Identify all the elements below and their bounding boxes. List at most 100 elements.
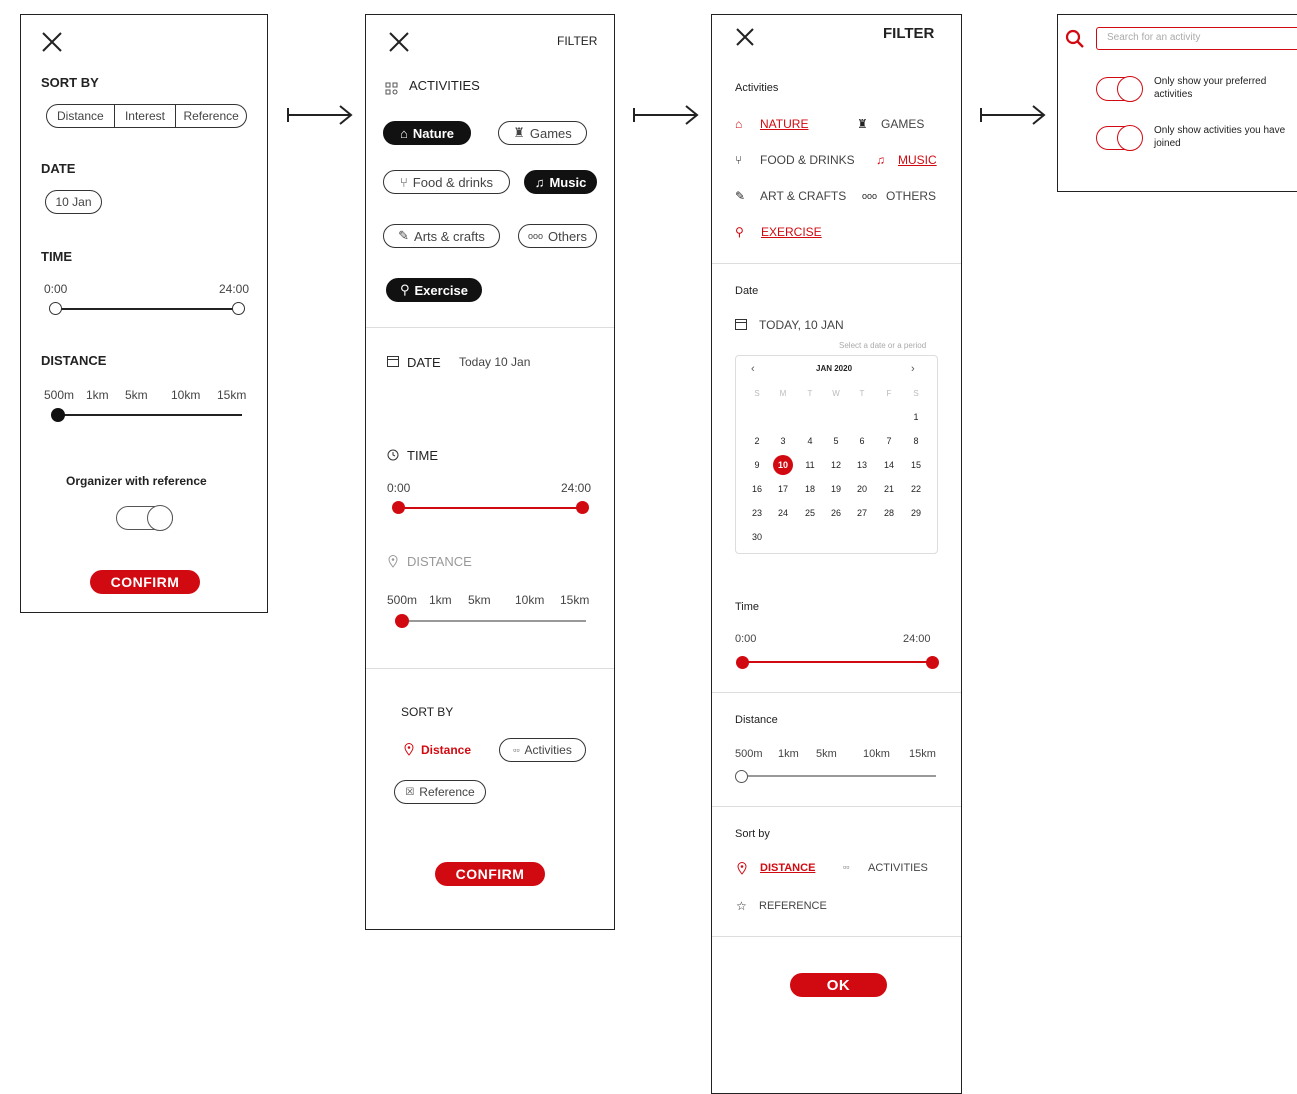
distance-slider-handle[interactable] (735, 770, 748, 783)
distance-tick: 1km (778, 748, 799, 760)
calendar-day[interactable]: 7 (879, 431, 899, 451)
calendar-day[interactable]: 18 (800, 479, 820, 499)
calendar-day[interactable]: 11 (800, 455, 820, 475)
close-icon[interactable] (388, 31, 410, 53)
activity-nature[interactable]: NATURE (760, 117, 808, 131)
chip-games[interactable]: ♜ Games (498, 121, 587, 145)
sort-option-interest[interactable]: Interest (115, 105, 177, 127)
calendar-day[interactable]: 19 (826, 479, 846, 499)
organizer-toggle[interactable] (116, 505, 173, 531)
calendar-day[interactable]: 2 (747, 431, 767, 451)
time-slider-end-handle[interactable] (576, 501, 589, 514)
calendar-grid: S M T W T F S 1 2 3 4 5 6 7 8 9 10 11 12 13 14 15 16 17 18 19 20 21… (736, 356, 939, 555)
calendar-day[interactable]: 30 (747, 527, 767, 547)
time-heading: TIME (407, 448, 439, 463)
calendar-day[interactable]: 6 (852, 431, 872, 451)
calendar-day[interactable]: 27 (852, 503, 872, 523)
chip-exercise[interactable]: ⚲ Exercise (386, 278, 482, 302)
time-slider-start-handle[interactable] (392, 501, 405, 514)
time-slider-end-handle[interactable] (232, 302, 245, 315)
time-slider-start-handle[interactable] (736, 656, 749, 669)
sort-reference-option[interactable]: ☒ Reference (394, 780, 486, 804)
calendar-day[interactable]: 1 (906, 407, 926, 427)
distance-tick: 5km (468, 593, 491, 607)
calendar-day[interactable]: 9 (747, 455, 767, 475)
sort-option-distance[interactable]: Distance (47, 105, 115, 127)
activity-food-drinks[interactable]: FOOD & DRINKS (760, 153, 855, 167)
joined-activities-toggle[interactable] (1096, 125, 1143, 151)
date-pill[interactable]: 10 Jan (45, 190, 102, 214)
calendar-day[interactable]: 23 (747, 503, 767, 523)
sort-distance-option[interactable]: DISTANCE (760, 862, 815, 874)
time-slider-end-handle[interactable] (926, 656, 939, 669)
calendar-day[interactable]: 15 (906, 455, 926, 475)
time-slider-track (743, 661, 933, 663)
activity-others[interactable]: OTHERS (886, 189, 936, 203)
toggle-knob (1117, 76, 1143, 102)
clock-icon (387, 449, 399, 461)
calendar-day[interactable]: 12 (826, 455, 846, 475)
calendar-day[interactable]: 20 (852, 479, 872, 499)
chip-music[interactable]: ♫ Music (524, 170, 597, 194)
time-slider-start-handle[interactable] (49, 302, 62, 315)
calendar-day-selected[interactable]: 10 (773, 455, 793, 475)
calendar-day[interactable]: 17 (773, 479, 793, 499)
distance-heading: DISTANCE (407, 554, 472, 569)
star-badge-icon: ☒ (405, 786, 415, 798)
calendar-day[interactable]: 13 (852, 455, 872, 475)
calendar-day[interactable]: 14 (879, 455, 899, 475)
close-icon[interactable] (41, 31, 63, 53)
calendar-day[interactable]: 5 (826, 431, 846, 451)
date-value[interactable]: Today 10 Jan (459, 355, 530, 369)
distance-slider-handle[interactable] (395, 614, 409, 628)
calendar-icon (735, 319, 747, 330)
calendar-day[interactable]: 3 (773, 431, 793, 451)
distance-tick: 15km (217, 388, 247, 402)
activity-art-crafts[interactable]: ART & CRAFTS (760, 189, 846, 203)
calendar-day[interactable]: 26 (826, 503, 846, 523)
calendar-day[interactable]: 21 (879, 479, 899, 499)
filter-title: FILTER (883, 25, 935, 42)
activity-games[interactable]: GAMES (881, 117, 924, 131)
toggle-knob (147, 505, 173, 531)
sort-activities-option[interactable]: ACTIVITIES (868, 862, 928, 874)
search-placeholder: Search for an activity (1107, 32, 1201, 43)
chip-nature[interactable]: ⌂ Nature (383, 121, 471, 145)
close-icon[interactable] (735, 27, 755, 47)
calendar-day[interactable]: 8 (906, 431, 926, 451)
calendar-day[interactable]: 29 (906, 503, 926, 523)
calendar-day[interactable]: 16 (747, 479, 767, 499)
calendar-weekday: M (779, 389, 787, 398)
activities-icon: ▫▫ (513, 745, 520, 755)
confirm-button[interactable]: CONFIRM (435, 862, 545, 886)
date-value[interactable]: TODAY, 10 JAN (759, 318, 844, 332)
calendar-day[interactable]: 24 (773, 503, 793, 523)
activity-exercise[interactable]: EXERCISE (761, 225, 822, 239)
calendar-day[interactable]: 28 (879, 503, 899, 523)
confirm-button[interactable]: CONFIRM (90, 570, 200, 594)
sort-activities-option[interactable]: ▫▫ Activities (499, 738, 586, 762)
sort-reference-option[interactable]: REFERENCE (759, 900, 827, 912)
chip-food-drinks[interactable]: ⑂ Food & drinks (383, 170, 510, 194)
bike-icon: ⚲ (735, 225, 744, 239)
calendar-day[interactable]: 22 (906, 479, 926, 499)
distance-tick: 500m (44, 388, 75, 402)
calendar-weekday: T (807, 389, 813, 398)
sort-distance-option[interactable]: Distance (421, 743, 471, 757)
chip-others[interactable]: ooo Others (518, 224, 597, 248)
chip-arts-crafts[interactable]: ✎ Arts & crafts (383, 224, 500, 248)
filter-screen-v1: SORT BY Distance Interest Reference DATE… (20, 14, 268, 613)
distance-slider-handle[interactable] (51, 408, 65, 422)
preferred-activities-toggle[interactable] (1096, 76, 1143, 102)
date-heading: Date (735, 285, 759, 297)
activities-heading: Activities (735, 82, 779, 94)
sort-option-reference[interactable]: Reference (176, 105, 246, 127)
filter-screen-v3: FILTER Activities ⌂ NATURE ♜ GAMES ⑂ FOO… (711, 14, 962, 1094)
search-icon[interactable] (1065, 29, 1085, 49)
search-input[interactable]: Search for an activity (1096, 27, 1297, 50)
ok-button[interactable]: OK (790, 973, 887, 997)
calendar-day[interactable]: 25 (800, 503, 820, 523)
calendar-day[interactable]: 4 (800, 431, 820, 451)
activity-music[interactable]: MUSIC (898, 153, 937, 167)
calendar-widget: ‹ JAN 2020 › S M T W T F S 1 2 3 4 5 6 7 8 9 10 11 12 13 14 1… (735, 355, 938, 554)
